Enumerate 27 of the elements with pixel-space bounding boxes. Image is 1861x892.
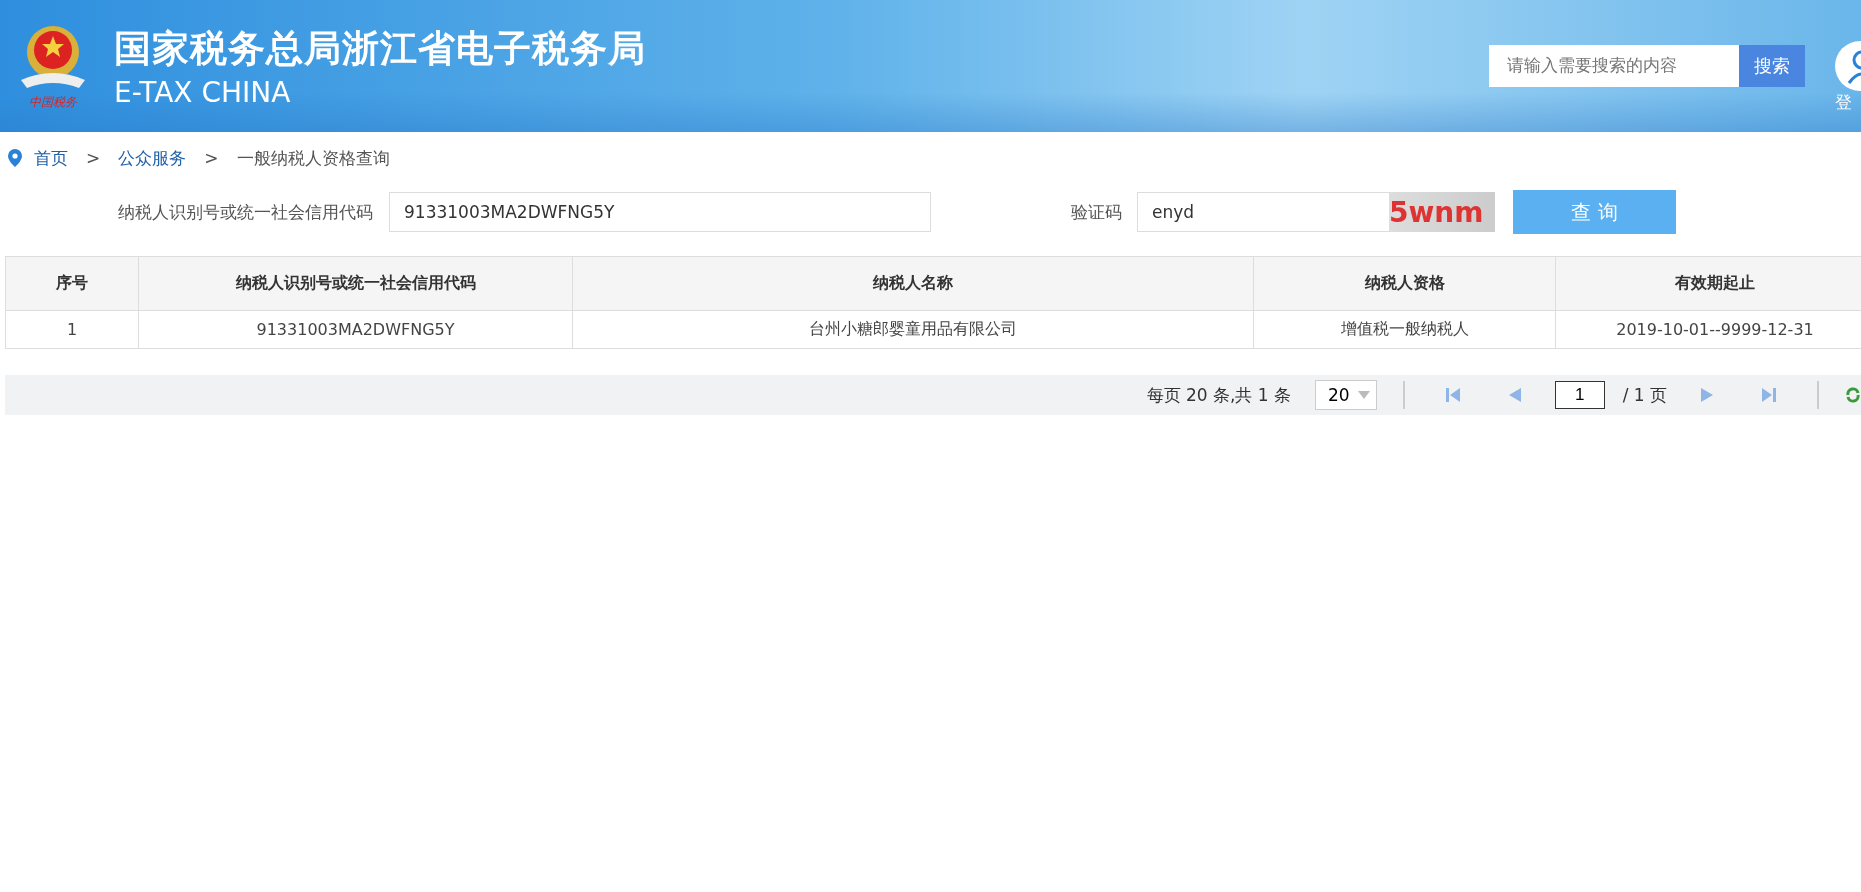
site-subtitle: E-TAX CHINA: [114, 75, 292, 109]
captcha-field[interactable]: enyd: [1137, 192, 1391, 232]
breadcrumb-current: 一般纳税人资格查询: [236, 146, 390, 170]
breadcrumb-link[interactable]: 公众服务: [118, 146, 187, 170]
table-cell: 增值税一般纳税人: [1253, 310, 1556, 349]
table-cell: 台州小糖郎婴童用品有限公司: [572, 310, 1254, 349]
page-size-select[interactable]: 20: [1315, 380, 1377, 410]
emblem-caption: 中国税务: [29, 93, 77, 111]
total-pages: / 1 页: [1622, 383, 1667, 407]
page-summary: 每页 20 条,共 1 条: [1146, 383, 1291, 407]
table-cell: 1: [5, 310, 139, 349]
breadcrumb-separator: >: [86, 148, 101, 168]
column-header: 有效期起止: [1555, 256, 1861, 311]
breadcrumb-separator: >: [204, 148, 219, 168]
taxpayer-id-label: 纳税人识别号或统一社会信用代码: [118, 200, 373, 224]
taxpayer-id-field[interactable]: 91331003MA2DWFNG5Y: [389, 192, 931, 232]
column-header: 序号: [5, 256, 139, 311]
captcha-label: 验证码: [1071, 200, 1122, 224]
breadcrumb-link[interactable]: 首页: [34, 146, 68, 170]
column-header: 纳税人资格: [1253, 256, 1556, 311]
site-title: 国家税务总局浙江省电子税务局: [114, 25, 646, 72]
table-cell: 91331003MA2DWFNG5Y: [138, 310, 573, 349]
search-field[interactable]: 请输入需要搜索的内容: [1489, 45, 1739, 87]
page-number-field[interactable]: 1: [1554, 381, 1605, 409]
column-header: 纳税人识别号或统一社会信用代码: [138, 256, 573, 311]
search-button[interactable]: 搜索: [1739, 45, 1805, 87]
column-header: 纳税人名称: [572, 256, 1254, 311]
